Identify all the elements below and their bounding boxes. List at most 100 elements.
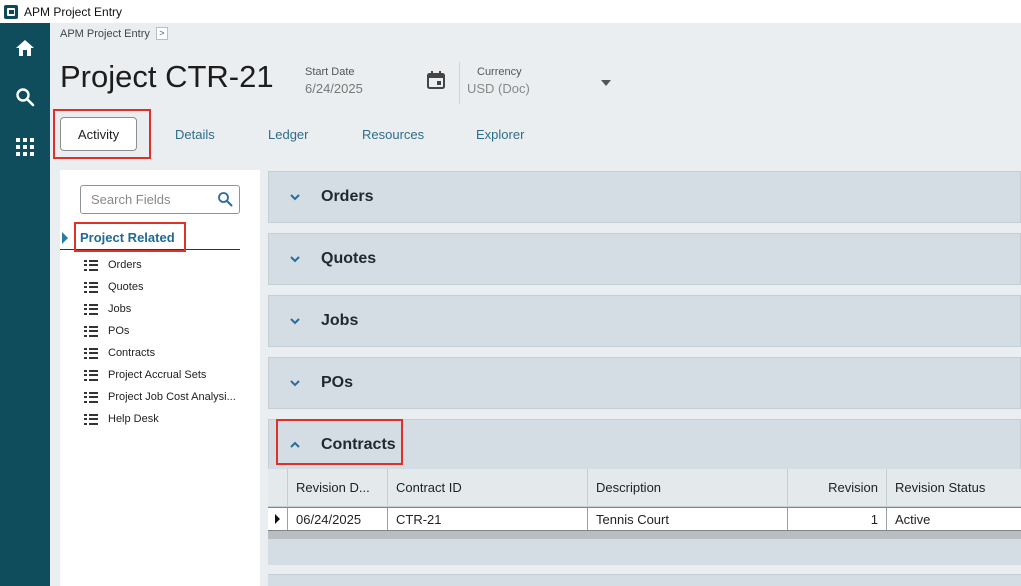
tab-resources[interactable]: Resources [362,117,424,151]
row-pointer-icon [275,514,280,524]
tree-list: Orders Quotes Jobs POs Contracts Project… [84,254,236,430]
chevron-up-icon [290,441,300,448]
caret-right-icon[interactable] [62,231,68,244]
tree-item-help-desk[interactable]: Help Desk [84,408,236,430]
tree-item-label: Project Accrual Sets [108,369,207,381]
tree-item-label: Project Job Cost Analysi... [108,391,236,403]
page-title: Project CTR-21 [60,59,274,94]
tree-group-project-related[interactable]: Project Related [60,226,240,250]
section-title: POs [321,374,354,391]
grid-scrollbar[interactable] [268,531,1021,539]
section-quotes-header[interactable]: Quotes [269,234,1020,284]
cell-revision-status[interactable]: Active [887,508,1021,530]
app-logo-icon [4,4,18,19]
nav-apps-button[interactable] [0,127,50,167]
tree-item-project-accrual-sets[interactable]: Project Accrual Sets [84,364,236,386]
start-date-field[interactable]: Start Date 6/24/2025 [305,66,363,96]
section-title: Quotes [321,250,377,267]
chevron-down-icon[interactable] [601,80,611,86]
column-header-description[interactable]: Description [588,469,788,506]
section-next-partial [268,574,1021,586]
chevron-down-icon [290,256,300,263]
tree-item-pos[interactable]: POs [84,320,236,342]
row-selector[interactable] [268,508,288,530]
section-pos-header[interactable]: POs [269,358,1020,408]
main-content: APM Project Entry > Project CTR-21 Start… [50,23,1021,586]
cell-revision[interactable]: 1 [788,508,887,530]
grid-icon [16,138,34,156]
cell-revision-date[interactable]: 06/24/2025 [288,508,388,530]
table-row[interactable]: 06/24/2025 CTR-21 Tennis Court 1 Active [268,507,1021,531]
section-contracts: Contracts [268,419,1021,471]
search-fields-input[interactable] [91,192,209,207]
list-icon [84,303,98,315]
nav-search-button[interactable] [0,77,50,117]
cell-contract-id[interactable]: CTR-21 [388,508,588,530]
search-icon[interactable] [217,191,233,207]
start-date-label: Start Date [305,66,355,78]
currency-value[interactable]: USD (Doc) [467,81,530,96]
column-header-revision-date[interactable]: Revision D... [288,469,388,506]
field-tree-panel: Project Related Orders Quotes Jobs POs C… [60,170,260,586]
tree-item-contracts[interactable]: Contracts [84,342,236,364]
list-icon [84,413,98,425]
title-bar: APM Project Entry [0,0,1021,23]
list-icon [84,281,98,293]
tab-details[interactable]: Details [175,117,215,151]
tree-item-quotes[interactable]: Quotes [84,276,236,298]
search-fields-box [80,185,240,214]
breadcrumb: APM Project Entry > [60,27,168,40]
tree-item-label: Orders [108,259,142,271]
tree-item-label: Quotes [108,281,144,293]
tree-group-label[interactable]: Project Related [80,230,175,245]
tree-item-orders[interactable]: Orders [84,254,236,276]
tree-item-label: Help Desk [108,413,159,425]
breadcrumb-arrow-button[interactable]: > [155,27,168,40]
tab-activity[interactable]: Activity [60,117,137,151]
tree-item-project-job-cost-analysis[interactable]: Project Job Cost Analysi... [84,386,236,408]
section-title: Jobs [321,312,359,329]
column-header-contract-id[interactable]: Contract ID [388,469,588,506]
tab-ledger[interactable]: Ledger [268,117,308,151]
nav-rail [0,23,50,586]
chevron-down-icon [290,318,300,325]
list-icon [84,369,98,381]
tab-explorer[interactable]: Explorer [476,117,524,151]
chevron-down-icon [290,380,300,387]
list-icon [84,325,98,337]
header-divider [459,62,460,104]
section-jobs-header[interactable]: Jobs [269,296,1020,346]
column-header-revision-status[interactable]: Revision Status [887,469,1021,506]
list-icon [84,391,98,403]
grid-header-row: Revision D... Contract ID Description Re… [268,469,1021,507]
search-icon [16,88,35,107]
list-icon [84,347,98,359]
section-orders-header[interactable]: Orders [269,172,1020,222]
home-icon [16,40,34,56]
window-title: APM Project Entry [24,4,123,19]
breadcrumb-label[interactable]: APM Project Entry [60,28,150,40]
grid-footer [268,539,1021,565]
column-header-revision[interactable]: Revision [788,469,887,506]
section-title: Contracts [321,436,396,453]
list-icon [84,259,98,271]
section-pos: POs [268,357,1021,409]
contracts-grid: Revision D... Contract ID Description Re… [268,469,1021,565]
cell-description[interactable]: Tennis Court [588,508,788,530]
tree-item-label: POs [108,325,130,337]
tree-item-label: Contracts [108,347,156,359]
calendar-icon[interactable] [426,70,446,90]
section-title: Orders [321,188,374,205]
section-quotes: Quotes [268,233,1021,285]
tree-item-label: Jobs [108,303,132,315]
section-contracts-header[interactable]: Contracts [269,420,1020,470]
nav-home-button[interactable] [0,28,50,68]
section-jobs: Jobs [268,295,1021,347]
chevron-down-icon [290,194,300,201]
tree-item-jobs[interactable]: Jobs [84,298,236,320]
section-orders: Orders [268,171,1021,223]
row-selector-header [268,469,288,506]
currency-label: Currency [477,66,522,78]
currency-field[interactable]: Currency USD (Doc) [467,66,530,96]
start-date-value[interactable]: 6/24/2025 [305,81,363,96]
